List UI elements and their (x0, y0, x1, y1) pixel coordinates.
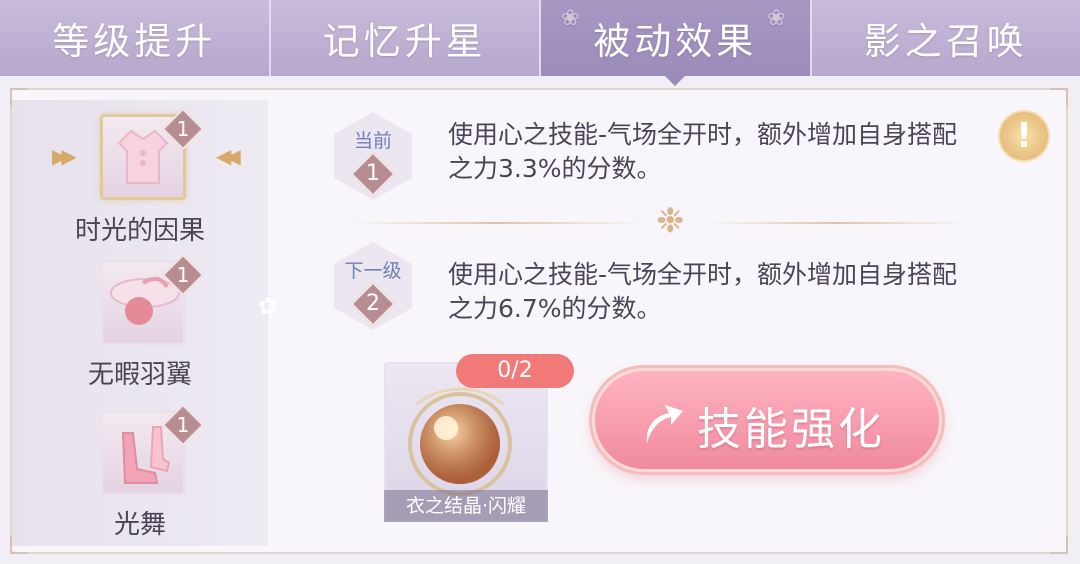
arrow-right-icon: ▶▶ (52, 144, 77, 168)
info-warning-icon[interactable]: ! (998, 110, 1050, 162)
arrow-left-icon: ◀◀ (216, 144, 241, 168)
tab-passive-effect[interactable]: ❀ 被动效果 ❀ (541, 0, 812, 76)
sidebar-item-flawless-wings[interactable]: 1 无暇羽翼 (12, 253, 268, 390)
next-level-diamond: 2 (350, 281, 396, 327)
current-level-diamond: 1 (350, 151, 396, 197)
tab-bar: 等级提升 记忆升星 ❀ 被动效果 ❀ 影之召唤 (0, 0, 1080, 76)
tab-shadow-summon[interactable]: 影之召唤 (811, 0, 1080, 76)
sidebar-item-light-dance[interactable]: 1 光舞 (12, 403, 268, 540)
corner-ornament (1050, 88, 1068, 106)
sidebar-item-label: 无暇羽翼 (87, 360, 192, 390)
divider-left (350, 222, 644, 224)
current-effect-text: 使用心之技能-气场全开时，额外增加自身搭配之力3.3%的分数。 (448, 120, 958, 183)
divider-right (706, 222, 968, 224)
tab-label: 影之召唤 (863, 20, 1028, 63)
sparkle-icon: ✿ (258, 292, 279, 320)
tab-level-up[interactable]: 等级提升 (0, 0, 271, 76)
next-label: 下一级 (344, 260, 402, 282)
flower-deco-icon: ❀ (767, 6, 790, 31)
current-label: 当前 (353, 130, 392, 152)
tab-label: 等级提升 (52, 20, 217, 63)
flower-deco-icon: ❀ (561, 6, 584, 31)
sidebar-item-label: 光舞 (113, 510, 166, 540)
sidebar: ▶▶ ◀◀ 1 时光的因果 1 无暇羽翼 1 光舞 (12, 100, 268, 546)
sidebar-item-label: 时光的因果 (74, 216, 205, 246)
tab-label: 记忆升星 (322, 20, 487, 63)
material-name: 衣之结晶·闪耀 (384, 490, 548, 522)
sidebar-item-time-cause[interactable]: ▶▶ ◀◀ 1 时光的因果 (12, 107, 268, 248)
next-effect-text: 使用心之技能-气场全开时，额外增加自身搭配之力6.7%的分数。 (448, 260, 958, 323)
upgrade-arrow-icon (646, 405, 683, 443)
skill-enhance-button[interactable]: 技能强化 (592, 368, 942, 472)
corner-ornament (1050, 536, 1068, 554)
material-count-badge: 0/2 (456, 354, 574, 388)
skill-enhance-label: 技能强化 (697, 404, 885, 455)
tab-label: 被动效果 (593, 20, 758, 63)
snowflake-divider-icon: ❉ (656, 201, 685, 241)
tab-memory-star[interactable]: 记忆升星 (270, 0, 541, 76)
